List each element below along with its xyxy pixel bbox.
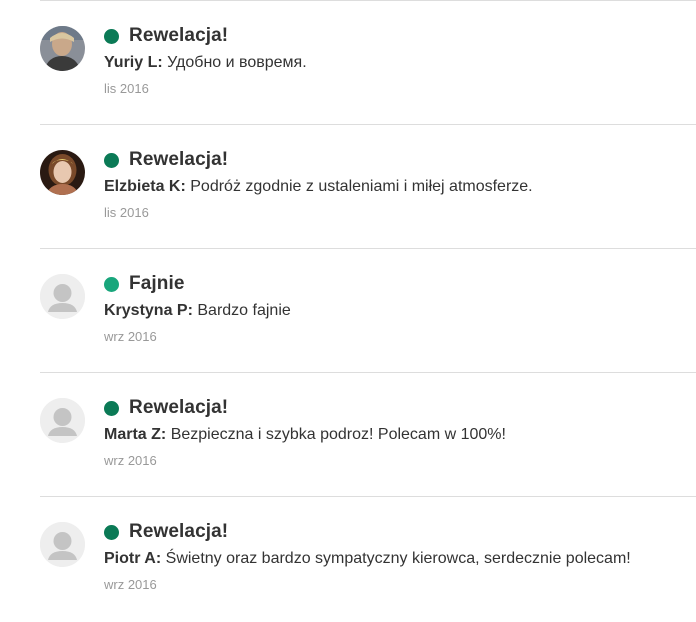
review-comment: Yuriy L: Удобно и вовремя. [104,53,696,73]
review-content: Rewelacja! Piotr A: Świetny oraz bardzo … [104,521,696,592]
avatar[interactable] [40,274,85,319]
rating-label: Rewelacja! [129,397,229,418]
rating-label: Rewelacja! [129,149,229,170]
avatar[interactable] [40,150,85,195]
review-date: lis 2016 [104,81,149,96]
default-user-icon [40,398,85,443]
review-content: Fajnie Krystyna P: Bardzo fajnie wrz 201… [104,273,696,344]
user-photo-icon [40,150,85,195]
review-comment: Elzbieta K: Podróż zgodnie z ustaleniami… [104,177,696,197]
review-text: Удобно и вовремя. [167,54,307,71]
default-user-icon [40,522,85,567]
review-content: Rewelacja! Marta Z: Bezpieczna i szybka … [104,397,696,468]
review-text: Bezpieczna i szybka podroz! Polecam w 10… [170,426,506,443]
rating-row: Rewelacja! [104,149,696,171]
review-text: Świetny oraz bardzo sympatyczny kierowca… [165,550,631,567]
review-text: Bardzo fajnie [197,302,291,319]
review-comment: Marta Z: Bezpieczna i szybka podroz! Pol… [104,425,696,445]
rating-indicator [104,400,119,416]
review-item: Rewelacja! Piotr A: Świetny oraz bardzo … [40,496,696,620]
review-comment: Piotr A: Świetny oraz bardzo sympatyczny… [104,549,696,569]
review-author[interactable]: Krystyna P: [104,302,193,319]
review-comment: Krystyna P: Bardzo fajnie [104,301,696,321]
review-item: Rewelacja! Elzbieta K: Podróż zgodnie z … [40,124,696,248]
user-photo-icon [40,26,85,71]
review-date: wrz 2016 [104,329,157,344]
avatar[interactable] [40,522,85,567]
rating-row: Rewelacja! [104,521,696,543]
review-date: wrz 2016 [104,453,157,468]
review-content: Rewelacja! Elzbieta K: Podróż zgodnie z … [104,149,696,220]
review-text: Podróż zgodnie z ustaleniami i miłej atm… [190,178,533,195]
review-author[interactable]: Marta Z: [104,426,166,443]
rating-indicator [104,152,119,168]
default-user-icon [40,274,85,319]
review-list: Rewelacja! Yuriy L: Удобно и вовремя. li… [40,0,696,620]
review-item: Rewelacja! Yuriy L: Удобно и вовремя. li… [40,0,696,124]
review-date: lis 2016 [104,205,149,220]
rating-label: Rewelacja! [129,521,229,542]
rating-label: Fajnie [129,273,185,294]
review-author[interactable]: Piotr A: [104,550,161,567]
rating-row: Rewelacja! [104,25,696,47]
rating-indicator [104,28,119,44]
review-date: wrz 2016 [104,577,157,592]
rating-row: Fajnie [104,273,696,295]
rating-row: Rewelacja! [104,397,696,419]
review-author[interactable]: Elzbieta K: [104,178,186,195]
review-author[interactable]: Yuriy L: [104,54,163,71]
review-item: Fajnie Krystyna P: Bardzo fajnie wrz 201… [40,248,696,372]
rating-indicator [104,276,119,292]
rating-label: Rewelacja! [129,25,229,46]
review-item: Rewelacja! Marta Z: Bezpieczna i szybka … [40,372,696,496]
review-content: Rewelacja! Yuriy L: Удобно и вовремя. li… [104,25,696,96]
avatar[interactable] [40,398,85,443]
rating-indicator [104,524,119,540]
avatar[interactable] [40,26,85,71]
